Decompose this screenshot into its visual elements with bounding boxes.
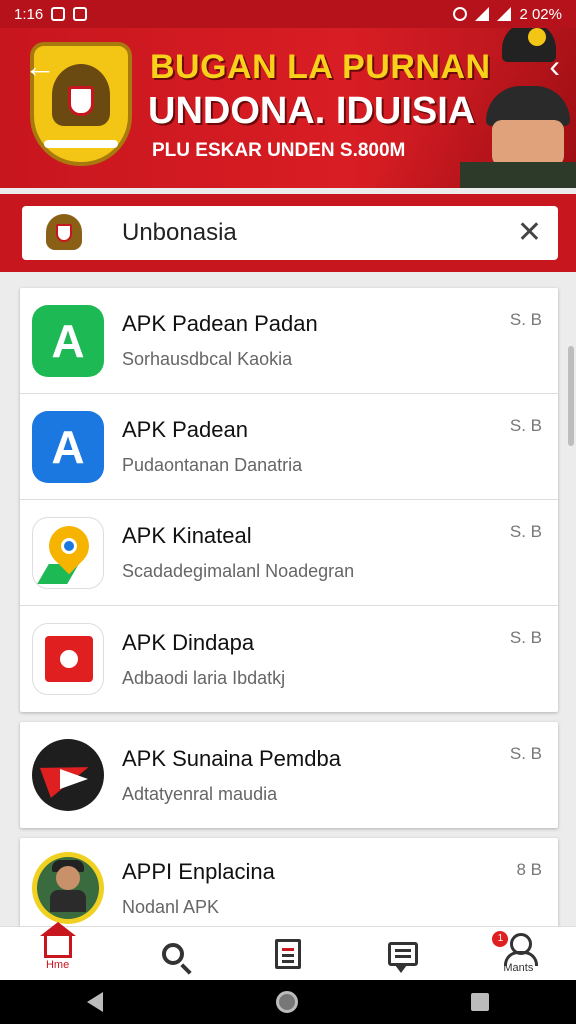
- nav-home-label: Hme: [45, 959, 70, 971]
- list-item[interactable]: APK Sunaina Pemdba Adtatyenral maudia S.…: [20, 722, 558, 828]
- garuda-icon: [40, 212, 88, 254]
- item-meta: S. B: [509, 628, 542, 647]
- search-icon: [161, 942, 184, 965]
- item-title: APK Sunaina Pemdba: [122, 745, 341, 771]
- item-title: APK Padean Padan: [122, 311, 318, 336]
- signal-icon: [497, 7, 512, 21]
- chat-icon: [388, 941, 419, 973]
- list-item[interactable]: A APK Padean Padan Sorhausdbcal Kaokia S…: [20, 288, 558, 394]
- item-meta: S. B: [509, 744, 542, 763]
- sync-icon: [453, 7, 468, 21]
- close-icon[interactable]: ✕: [517, 218, 542, 248]
- red-doc-icon: [32, 623, 104, 695]
- document-icon: [274, 938, 301, 969]
- promo-banner[interactable]: ← BUGAN LA PURNAN UNDONA. IDUISIA PLU ES…: [0, 28, 576, 188]
- list-item[interactable]: APK Dindapa Adbaodi laria Ibdatkj S. B: [20, 606, 558, 712]
- nav-search[interactable]: [143, 927, 203, 981]
- red-arrow-icon: [32, 739, 104, 811]
- nav-profile[interactable]: 1 Mants: [488, 927, 548, 981]
- results-card: APK Sunaina Pemdba Adtatyenral maudia S.…: [20, 722, 558, 828]
- wifi-icon: [475, 7, 490, 21]
- item-meta: S. B: [509, 416, 542, 435]
- system-nav-bar: [0, 980, 576, 1024]
- results-list: A APK Padean Padan Sorhausdbcal Kaokia S…: [20, 288, 558, 938]
- item-title: APPI Enplacina: [122, 858, 275, 884]
- battery-text: 2 02%: [519, 5, 562, 23]
- item-meta: S. B: [509, 522, 542, 541]
- green-a-icon: A: [32, 304, 104, 377]
- blue-a-icon: A: [32, 410, 104, 483]
- back-arrow-icon[interactable]: ←: [24, 50, 56, 82]
- results-card: APPI Enplacina Nodanl APK 8 B: [20, 838, 558, 938]
- item-subtitle: Pudaontanan Danatria: [122, 455, 303, 475]
- item-title: APK Kinateal: [122, 523, 252, 548]
- home-button-icon[interactable]: [275, 991, 298, 1013]
- item-meta: S. B: [509, 310, 542, 329]
- item-subtitle: Nodanl APK: [122, 896, 220, 917]
- item-subtitle: Adbaodi laria Ibdatkj: [122, 667, 286, 688]
- list-item[interactable]: APPI Enplacina Nodanl APK 8 B: [20, 838, 558, 938]
- search-input[interactable]: Unbonasia ✕: [22, 206, 558, 260]
- item-title: APK Dindapa: [122, 629, 255, 655]
- notification-icon: [51, 7, 66, 21]
- search-value[interactable]: Unbonasia: [122, 219, 517, 247]
- search-bar-area: Unbonasia ✕: [0, 194, 576, 272]
- item-title: APK Padean: [122, 417, 248, 442]
- results-card: A APK Padean Padan Sorhausdbcal Kaokia S…: [20, 288, 558, 712]
- back-icon[interactable]: [86, 992, 103, 1012]
- list-item[interactable]: A APK Padean Pudaontanan Danatria S. B: [20, 394, 558, 500]
- nav-documents[interactable]: [258, 927, 318, 981]
- forward-arrow-icon[interactable]: ‹: [549, 50, 560, 82]
- banner-title-line2: UNDONA. IDUISIA: [148, 90, 476, 132]
- avatar-icon: [32, 852, 104, 924]
- home-icon: [39, 922, 76, 958]
- banner-title-line1: BUGAN LA PURNAN: [150, 48, 491, 86]
- status-time: 1:16: [14, 5, 44, 23]
- list-item[interactable]: APK Kinateal Scadadegimalanl Noadegran S…: [20, 500, 558, 606]
- item-subtitle: Scadadegimalanl Noadegran: [122, 561, 355, 581]
- scrollbar[interactable]: [568, 346, 574, 446]
- user-icon: [504, 933, 539, 966]
- gallery-icon: [73, 7, 88, 21]
- item-subtitle: Adtatyenral maudia: [122, 783, 278, 804]
- nav-home[interactable]: Hme: [28, 922, 88, 981]
- item-subtitle: Sorhausdbcal Kaokia: [122, 349, 293, 369]
- recents-icon[interactable]: [471, 993, 490, 1011]
- status-bar: 1:16 2 02%: [0, 0, 576, 28]
- map-pin-icon: [32, 516, 104, 589]
- nav-messages[interactable]: [373, 927, 433, 981]
- bottom-nav: Hme 1 Mants: [0, 922, 576, 981]
- item-meta: 8 B: [516, 860, 542, 879]
- banner-subtitle: PLU ESKAR UNDEN S.800M: [152, 140, 406, 161]
